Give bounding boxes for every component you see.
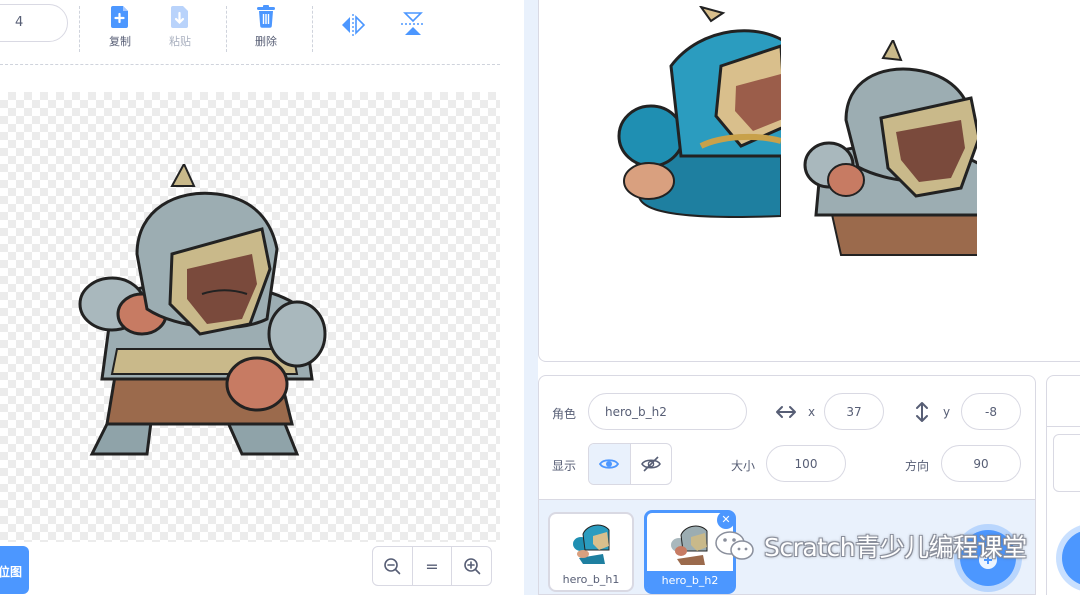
zoom-out-icon: [384, 558, 401, 575]
copy-label: 复制: [109, 35, 131, 48]
sprite-tile-name: hero_b_h2: [647, 571, 733, 591]
scratch-editor: 4 复制 粘贴 删除 位图 = 角色 hero_b_h2 x 37 y -8 显…: [0, 0, 1080, 595]
sprite-thumbnail: [671, 525, 708, 565]
visibility-toggle: [588, 443, 672, 485]
paint-canvas[interactable]: [0, 92, 500, 542]
zoom-controls: =: [372, 546, 492, 586]
eye-icon: [599, 459, 620, 469]
size-label: 大小: [731, 459, 756, 473]
eye-off-icon: [640, 456, 661, 472]
y-label: y: [943, 405, 951, 419]
sprite-tile-name: hero_b_h1: [562, 573, 620, 586]
toolbar-divider: [226, 6, 227, 52]
sprite-thumbnail: [573, 524, 610, 564]
show-label: 显示: [552, 459, 577, 473]
flip-vertical-button[interactable]: [391, 2, 435, 54]
direction-label: 方向: [905, 459, 930, 473]
stage[interactable]: [538, 0, 1080, 362]
zoom-reset-button[interactable]: =: [413, 547, 453, 585]
paste-icon: [171, 6, 188, 28]
watermark: Scratch青少儿编程课堂: [714, 526, 1054, 566]
toolbar-divider: [79, 6, 80, 52]
copy-button[interactable]: 复制: [98, 2, 142, 54]
stage-thumbnail[interactable]: [1053, 434, 1080, 492]
paint-editor: 4 复制 粘贴 删除 位图 =: [0, 0, 524, 595]
panel-divider: [524, 0, 538, 595]
paste-button[interactable]: 粘贴: [158, 2, 202, 54]
zoom-out-button[interactable]: [373, 547, 413, 585]
toolbar-divider: [312, 6, 313, 52]
delete-label: 删除: [255, 35, 277, 48]
flip-vertical-icon: [401, 12, 425, 35]
trash-icon: [257, 5, 275, 28]
zoom-in-button[interactable]: [452, 547, 491, 585]
stage-selector-header-divider: [1047, 426, 1080, 427]
delete-button[interactable]: 删除: [244, 2, 288, 54]
convert-to-bitmap-button[interactable]: 位图: [0, 546, 29, 594]
show-sprite-button[interactable]: [589, 444, 631, 484]
y-arrow-icon: [916, 402, 928, 422]
zoom-in-icon: [463, 558, 480, 575]
wechat-logo-icon: [715, 531, 754, 560]
costume-name-input[interactable]: 4: [0, 4, 68, 42]
x-input[interactable]: 37: [824, 393, 884, 430]
sprite-name-input[interactable]: hero_b_h2: [588, 393, 747, 430]
watermark-text: Scratch青少儿编程课堂: [764, 533, 1027, 562]
paste-label: 粘贴: [169, 35, 191, 48]
sprite-hero-b-h2-on-stage: [803, 40, 977, 256]
flip-horizontal-icon: [342, 14, 366, 36]
x-arrow-icon: [776, 406, 796, 418]
sprite-hero-b-h1-on-stage: [617, 6, 781, 218]
hide-sprite-button[interactable]: [631, 444, 672, 484]
flip-horizontal-button[interactable]: [331, 2, 375, 54]
x-label: x: [808, 405, 816, 419]
y-input[interactable]: -8: [961, 393, 1021, 430]
toolbar-separator: [0, 64, 500, 65]
size-input[interactable]: 100: [766, 445, 846, 482]
sprite-tile-hero-b-h1[interactable]: hero_b_h1: [548, 512, 634, 592]
knight-costume-image: [78, 164, 327, 456]
copy-icon: [111, 6, 128, 28]
sprite-name-label: 角色: [552, 407, 577, 421]
direction-input[interactable]: 90: [941, 445, 1021, 482]
